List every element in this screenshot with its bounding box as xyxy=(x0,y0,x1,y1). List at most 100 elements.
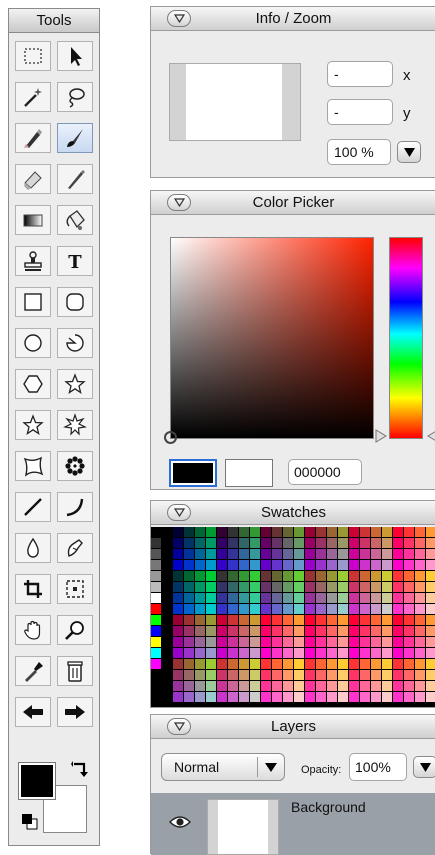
swatch-cell[interactable] xyxy=(217,571,227,581)
swatch-cell[interactable] xyxy=(294,648,304,658)
swatch-cell[interactable] xyxy=(250,648,260,658)
swatch-cell[interactable] xyxy=(206,637,216,647)
swatch-cell[interactable] xyxy=(151,659,161,669)
swatch-cell[interactable] xyxy=(305,681,315,691)
swatch-cell[interactable] xyxy=(316,582,326,592)
swatch-cell[interactable] xyxy=(162,527,172,537)
swatch-cell[interactable] xyxy=(195,692,205,702)
swatch-cell[interactable] xyxy=(327,604,337,614)
swatch-cell[interactable] xyxy=(327,626,337,636)
swatch-cell[interactable] xyxy=(173,538,183,548)
swatch-cell[interactable] xyxy=(162,604,172,614)
swatch-cell[interactable] xyxy=(184,637,194,647)
swatch-cell[interactable] xyxy=(415,604,425,614)
swatch-cell[interactable] xyxy=(184,681,194,691)
swatch-cell[interactable] xyxy=(206,571,216,581)
swatch-cell[interactable] xyxy=(316,670,326,680)
swatch-cell[interactable] xyxy=(305,604,315,614)
swatch-cell[interactable] xyxy=(371,538,381,548)
swatch-cell[interactable] xyxy=(371,648,381,658)
swatch-cell[interactable] xyxy=(272,538,282,548)
tool-button-resize[interactable] xyxy=(57,574,93,604)
swatch-cell[interactable] xyxy=(371,604,381,614)
swatch-cell[interactable] xyxy=(272,670,282,680)
swatch-cell[interactable] xyxy=(371,549,381,559)
swatch-cell[interactable] xyxy=(217,681,227,691)
swatch-cell[interactable] xyxy=(272,560,282,570)
hue-slider-left-arrow-icon[interactable] xyxy=(375,429,387,443)
tool-button-burst-star[interactable] xyxy=(57,410,93,440)
swatch-cell[interactable] xyxy=(162,692,172,702)
swatch-cell[interactable] xyxy=(371,670,381,680)
swatch-cell[interactable] xyxy=(184,604,194,614)
swatch-cell[interactable] xyxy=(228,626,238,636)
swatch-cell[interactable] xyxy=(173,560,183,570)
tool-button-arrow-left[interactable] xyxy=(15,697,51,727)
swatch-cell[interactable] xyxy=(305,615,315,625)
swatch-cell[interactable] xyxy=(239,670,249,680)
swatch-cell[interactable] xyxy=(162,681,172,691)
swatch-cell[interactable] xyxy=(327,692,337,702)
swatch-cell[interactable] xyxy=(173,527,183,537)
swatch-cell[interactable] xyxy=(305,692,315,702)
swatch-cell[interactable] xyxy=(316,560,326,570)
swatch-cell[interactable] xyxy=(426,527,435,537)
swatch-cell[interactable] xyxy=(294,549,304,559)
swatch-cell[interactable] xyxy=(162,637,172,647)
swatch-cell[interactable] xyxy=(151,648,161,658)
swatch-cell[interactable] xyxy=(349,659,359,669)
swatch-cell[interactable] xyxy=(360,604,370,614)
swatch-cell[interactable] xyxy=(360,582,370,592)
swatch-cell[interactable] xyxy=(283,582,293,592)
swatch-cell[interactable] xyxy=(239,692,249,702)
swatch-cell[interactable] xyxy=(426,637,435,647)
swatch-cell[interactable] xyxy=(404,593,414,603)
swatch-cell[interactable] xyxy=(272,692,282,702)
swatch-cell[interactable] xyxy=(250,615,260,625)
swatch-cell[interactable] xyxy=(360,538,370,548)
tool-button-hexagon[interactable] xyxy=(15,369,51,399)
navigator-thumbnail[interactable] xyxy=(169,63,301,141)
swatch-cell[interactable] xyxy=(371,527,381,537)
swatch-cell[interactable] xyxy=(360,615,370,625)
swatch-cell[interactable] xyxy=(184,593,194,603)
swatch-cell[interactable] xyxy=(404,538,414,548)
swatch-cell[interactable] xyxy=(415,527,425,537)
swatch-cell[interactable] xyxy=(250,659,260,669)
swatch-cell[interactable] xyxy=(327,582,337,592)
hex-color-field[interactable]: 000000 xyxy=(288,459,362,485)
swatch-cell[interactable] xyxy=(151,538,161,548)
swatch-cell[interactable] xyxy=(415,659,425,669)
swatch-cell[interactable] xyxy=(349,593,359,603)
swatch-cell[interactable] xyxy=(327,560,337,570)
swatch-cell[interactable] xyxy=(250,637,260,647)
swatch-cell[interactable] xyxy=(338,593,348,603)
swatch-cell[interactable] xyxy=(228,659,238,669)
swatch-cell[interactable] xyxy=(382,637,392,647)
swatch-cell[interactable] xyxy=(349,648,359,658)
swatch-cell[interactable] xyxy=(360,560,370,570)
swatch-cell[interactable] xyxy=(404,637,414,647)
swatch-cell[interactable] xyxy=(360,527,370,537)
swatch-cell[interactable] xyxy=(239,571,249,581)
swatch-cell[interactable] xyxy=(283,549,293,559)
swatch-cell[interactable] xyxy=(404,626,414,636)
swatch-cell[interactable] xyxy=(195,626,205,636)
swatch-cell[interactable] xyxy=(404,681,414,691)
swatch-cell[interactable] xyxy=(272,604,282,614)
swatch-cell[interactable] xyxy=(250,538,260,548)
swatch-cell[interactable] xyxy=(382,604,392,614)
swatch-cell[interactable] xyxy=(283,659,293,669)
swatch-cell[interactable] xyxy=(316,538,326,548)
swatch-cell[interactable] xyxy=(294,527,304,537)
hue-slider-right-arrow-icon[interactable] xyxy=(427,429,435,443)
swatch-cell[interactable] xyxy=(316,637,326,647)
blend-mode-select[interactable]: Normal xyxy=(161,753,285,781)
swatch-cell[interactable] xyxy=(404,604,414,614)
swatch-cell[interactable] xyxy=(426,670,435,680)
swatch-cell[interactable] xyxy=(316,615,326,625)
swatch-cell[interactable] xyxy=(195,637,205,647)
swatch-cell[interactable] xyxy=(272,582,282,592)
tool-button-star[interactable] xyxy=(57,369,93,399)
swatch-cell[interactable] xyxy=(404,659,414,669)
